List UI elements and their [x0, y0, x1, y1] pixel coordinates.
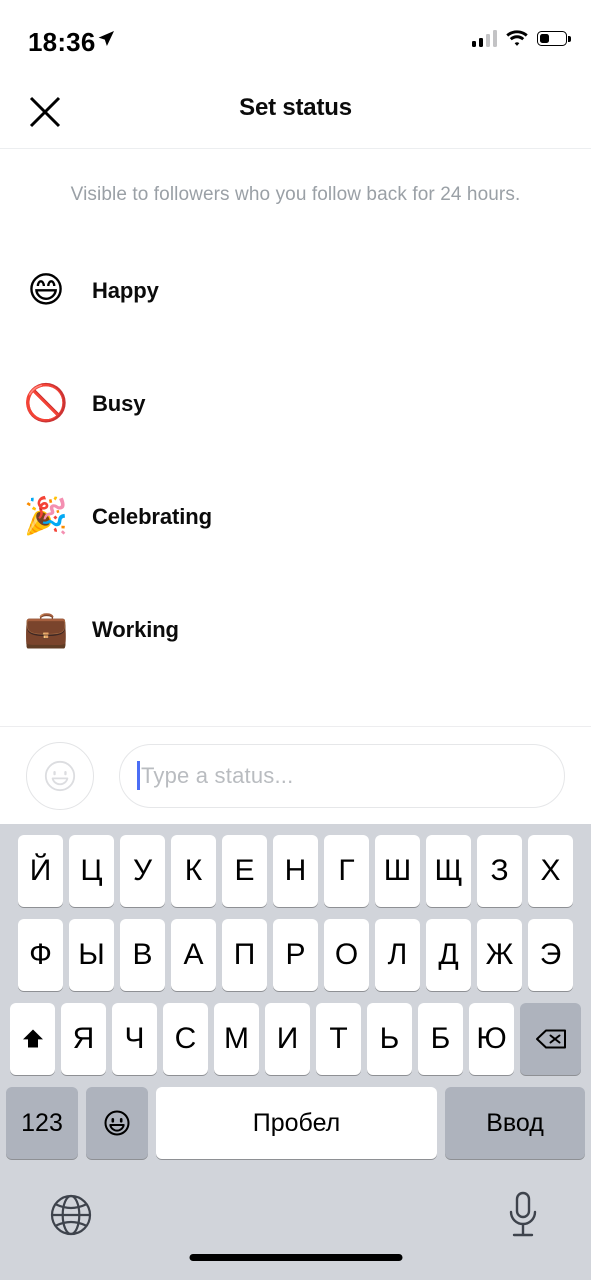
key-letter[interactable]: К [171, 835, 216, 907]
key-letter[interactable]: Т [316, 1003, 361, 1075]
key-letter[interactable]: Ь [367, 1003, 412, 1075]
key-letter[interactable]: Ф [18, 919, 63, 991]
key-letter[interactable]: Э [528, 919, 573, 991]
backspace-delete-icon [535, 1029, 566, 1049]
space-key[interactable]: Пробел [156, 1087, 437, 1159]
microphone-icon[interactable] [503, 1190, 543, 1240]
key-letter[interactable]: Щ [426, 835, 471, 907]
keyboard-row-3: Я Ч С М И Т Ь Б Ю [0, 1003, 591, 1075]
globe-language-icon[interactable] [48, 1192, 94, 1238]
key-letter[interactable]: Й [18, 835, 63, 907]
key-letter[interactable]: Х [528, 835, 573, 907]
visibility-note: Visible to followers who you follow back… [70, 184, 521, 205]
status-option-busy[interactable]: 🚫 Busy [0, 347, 591, 460]
backspace-key[interactable] [520, 1003, 581, 1075]
enter-key[interactable]: Ввод [445, 1087, 585, 1159]
status-option-label: Busy [92, 390, 146, 416]
status-bar-time: 18:36 [28, 27, 96, 57]
key-letter[interactable]: Л [375, 919, 420, 991]
battery-icon [537, 31, 571, 46]
numeric-mode-key[interactable]: 123 [6, 1087, 78, 1159]
shift-key[interactable] [10, 1003, 55, 1075]
key-letter[interactable]: С [163, 1003, 208, 1075]
key-letter[interactable]: Р [273, 919, 318, 991]
keyboard-bottom-bar [0, 1176, 591, 1280]
key-letter[interactable]: Е [222, 835, 267, 907]
key-letter[interactable]: З [477, 835, 522, 907]
keyboard-row-4: 123 Пробел Ввод [0, 1087, 591, 1159]
key-letter[interactable]: Ч [112, 1003, 157, 1075]
key-letter[interactable]: Ы [69, 919, 114, 991]
status-option-label: Happy [92, 277, 159, 303]
shift-up-arrow-icon [22, 1029, 43, 1048]
status-bar: 18:36 [0, 0, 591, 78]
key-letter[interactable]: М [214, 1003, 259, 1075]
grinning-face-with-smiling-eyes-icon: 😄 [27, 269, 65, 311]
key-letter[interactable]: У [120, 835, 165, 907]
status-option-label: Celebrating [92, 503, 212, 529]
emoji-smiley-icon [104, 1110, 130, 1136]
wifi-icon [506, 30, 528, 46]
status-input[interactable]: Type a status... [119, 743, 565, 808]
key-letter[interactable]: Д [426, 919, 471, 991]
status-option-working[interactable]: 💼 Working [0, 573, 591, 686]
prohibited-sign-icon: 🚫 [23, 382, 69, 424]
set-status-screen: 18:36 Set status Visible to followers wh… [0, 0, 591, 1280]
key-letter[interactable]: Я [61, 1003, 106, 1075]
party-popper-icon: 🎉 [23, 495, 69, 537]
location-arrow-icon [98, 31, 114, 46]
key-letter[interactable]: О [324, 919, 369, 991]
home-indicator[interactable] [189, 1254, 402, 1261]
key-letter[interactable]: Г [324, 835, 369, 907]
page-title: Set status [239, 94, 352, 121]
cellular-signal-icon [471, 30, 497, 47]
key-letter[interactable]: Ш [375, 835, 420, 907]
keyboard-row-2: Ф Ы В А П Р О Л Д Ж Э [0, 919, 591, 991]
smiley-face-icon [44, 760, 76, 791]
status-option-celebrating[interactable]: 🎉 Celebrating [0, 460, 591, 573]
key-letter[interactable]: А [171, 919, 216, 991]
key-letter[interactable]: Б [418, 1003, 463, 1075]
status-options-list: 😄 Happy 🚫 Busy 🎉 Celebrating 💼 Working [0, 234, 591, 726]
navigation-bar: Set status [0, 78, 591, 149]
key-letter[interactable]: Н [273, 835, 318, 907]
briefcase-icon: 💼 [23, 608, 69, 650]
emoji-picker-button[interactable] [26, 741, 94, 810]
key-letter[interactable]: Ц [69, 835, 114, 907]
key-letter[interactable]: П [222, 919, 267, 991]
status-option-label: Working [92, 616, 179, 642]
key-letter[interactable]: Ю [469, 1003, 514, 1075]
key-letter[interactable]: И [265, 1003, 310, 1075]
key-letter[interactable]: В [120, 919, 165, 991]
key-letter[interactable]: Ж [477, 919, 522, 991]
text-cursor [137, 761, 140, 790]
status-composer: Type a status... [0, 726, 591, 824]
emoji-keyboard-key[interactable] [86, 1087, 148, 1159]
status-bar-indicators [471, 30, 571, 47]
status-input-placeholder: Type a status... [141, 762, 294, 788]
keyboard-row-1: Й Ц У К Е Н Г Ш Щ З Х [0, 835, 591, 907]
status-option-happy[interactable]: 😄 Happy [0, 234, 591, 347]
virtual-keyboard: Й Ц У К Е Н Г Ш Щ З Х Ф Ы В А П Р О Л Д … [0, 824, 591, 1280]
